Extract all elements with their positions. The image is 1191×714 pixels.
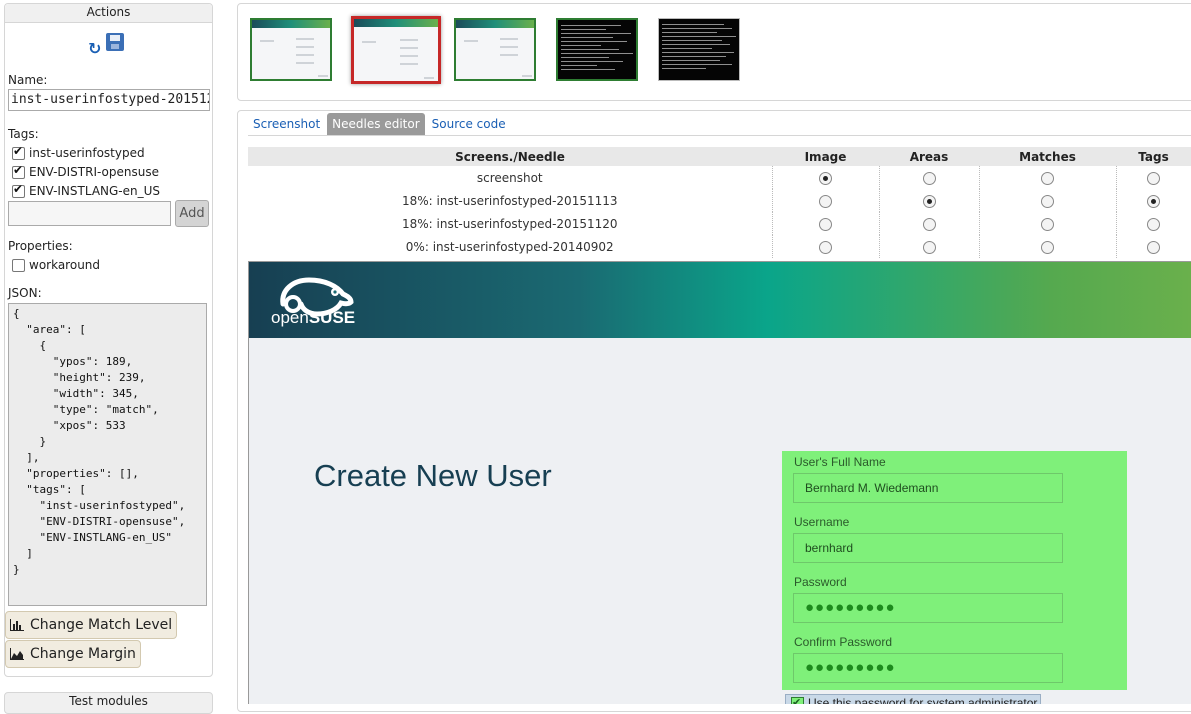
thumbnail[interactable]	[454, 18, 536, 81]
tag-checkbox-row[interactable]: inst-userinfostyped	[12, 144, 145, 160]
tag-checkbox-row[interactable]: ENV-DISTRI-opensuse	[12, 163, 159, 179]
thumbnail[interactable]	[658, 18, 740, 81]
image-radio[interactable]	[819, 171, 832, 185]
property-checkbox-row[interactable]: workaround	[12, 258, 100, 272]
column-header: Image	[772, 147, 879, 166]
new-tag-input[interactable]	[8, 201, 171, 226]
areas-radio[interactable]	[922, 240, 936, 254]
matches-radio[interactable]	[1041, 240, 1054, 254]
page-title: Create New User	[314, 458, 552, 493]
area-chart-icon	[10, 648, 24, 660]
password-label: Password	[794, 575, 847, 589]
tag-label: inst-userinfostyped	[29, 146, 145, 160]
checkbox[interactable]	[12, 182, 25, 198]
tab-screenshot[interactable]: Screenshot	[248, 113, 325, 135]
password-field[interactable]: ●●●●●●●●●	[793, 593, 1063, 623]
save-icon[interactable]	[106, 33, 124, 51]
checkbox[interactable]	[12, 144, 25, 160]
username-field[interactable]: bernhard	[793, 533, 1063, 563]
areas-radio[interactable]	[922, 171, 936, 185]
bar-chart-icon	[10, 619, 24, 631]
needle-name: 0%: inst-userinfostyped-20140902	[405, 239, 614, 254]
needles-table: Screens./Needle Image Areas Matches Tags…	[248, 147, 1191, 258]
test-modules-panel[interactable]: Test modules	[4, 692, 213, 714]
checkbox[interactable]	[12, 258, 25, 272]
tag-label: ENV-DISTRI-opensuse	[29, 165, 159, 179]
checkbox[interactable]	[12, 163, 25, 179]
name-label: Name:	[8, 73, 48, 87]
change-margin-label: Change Margin	[30, 645, 136, 662]
reload-icon[interactable]: ↻	[88, 41, 101, 57]
editor-tabs: Screenshot Needles editor Source code	[248, 113, 513, 135]
confirm-password-field[interactable]: ●●●●●●●●●	[793, 653, 1063, 683]
matches-radio[interactable]	[1041, 217, 1054, 231]
tags-label: Tags:	[8, 127, 39, 141]
username-label: Username	[794, 515, 850, 529]
confirm-password-label: Confirm Password	[794, 635, 893, 649]
change-match-level-button[interactable]: Change Match Level	[5, 611, 178, 639]
match-area[interactable]: User's Full Name Bernhard M. Wiedemann U…	[782, 451, 1127, 690]
checkbox[interactable]	[791, 695, 804, 704]
thumbnail[interactable]	[556, 18, 638, 81]
table-row: screenshot	[248, 166, 1191, 189]
needle-editor-canvas[interactable]: openSUSE Create New User User's Full Nam…	[248, 261, 1191, 704]
areas-radio[interactable]	[922, 217, 936, 231]
table-row: 0%: inst-userinfostyped-20140902	[248, 235, 1191, 258]
properties-label: Properties:	[8, 239, 73, 253]
opensuse-logo-text: openSUSE	[271, 308, 356, 327]
tab-needles-editor[interactable]: Needles editor	[327, 113, 425, 135]
tags-radio[interactable]	[1147, 217, 1161, 231]
column-header: Screens./Needle	[248, 147, 772, 166]
column-header: Areas	[879, 147, 979, 166]
table-header-row: Screens./Needle Image Areas Matches Tags	[248, 147, 1191, 166]
needle-name: 18%: inst-userinfostyped-20151113	[401, 193, 618, 208]
actions-panel-title: Actions	[5, 4, 212, 23]
table-row: 18%: inst-userinfostyped-20151120	[248, 212, 1191, 235]
change-margin-button[interactable]: Change Margin	[5, 640, 141, 668]
property-label: workaround	[29, 258, 101, 272]
thumbnail[interactable]	[250, 18, 332, 81]
tag-checkbox-row[interactable]: ENV-INSTLANG-en_US	[12, 182, 161, 198]
tags-radio[interactable]	[1147, 171, 1161, 185]
full-name-label: User's Full Name	[794, 455, 886, 469]
image-radio[interactable]	[819, 240, 832, 254]
image-radio[interactable]	[819, 217, 832, 231]
matches-radio[interactable]	[1041, 194, 1054, 208]
json-textarea[interactable]: { "area": [ { "ypos": 189, "height": 239…	[8, 303, 207, 606]
full-name-field[interactable]: Bernhard M. Wiedemann	[793, 473, 1063, 503]
change-match-level-label: Change Match Level	[30, 616, 173, 633]
matches-radio[interactable]	[1041, 171, 1054, 185]
tab-divider	[248, 135, 1191, 136]
json-label: JSON:	[8, 286, 42, 300]
areas-radio[interactable]	[922, 194, 936, 208]
admin-password-label: Use this password for system administrat…	[808, 696, 1038, 704]
column-header: Tags	[1116, 147, 1191, 166]
column-header: Matches	[979, 147, 1116, 166]
image-radio[interactable]	[819, 194, 832, 208]
tag-label: ENV-INSTLANG-en_US	[29, 184, 161, 198]
needle-name-input[interactable]: inst-userinfostyped-20151204	[8, 89, 210, 111]
thumbnail-selected[interactable]	[351, 16, 441, 84]
tags-radio[interactable]	[1147, 240, 1161, 254]
needle-name: screenshot	[476, 170, 543, 185]
opensuse-header: openSUSE	[249, 262, 1191, 338]
tab-source-code[interactable]: Source code	[427, 113, 511, 135]
admin-password-checkbox[interactable]: Use this password for system administrat…	[785, 694, 1042, 704]
tags-radio[interactable]	[1147, 194, 1161, 208]
add-tag-button[interactable]: Add	[175, 200, 209, 227]
needle-name: 18%: inst-userinfostyped-20151120	[401, 216, 618, 231]
table-row: 18%: inst-userinfostyped-20151113	[248, 189, 1191, 212]
